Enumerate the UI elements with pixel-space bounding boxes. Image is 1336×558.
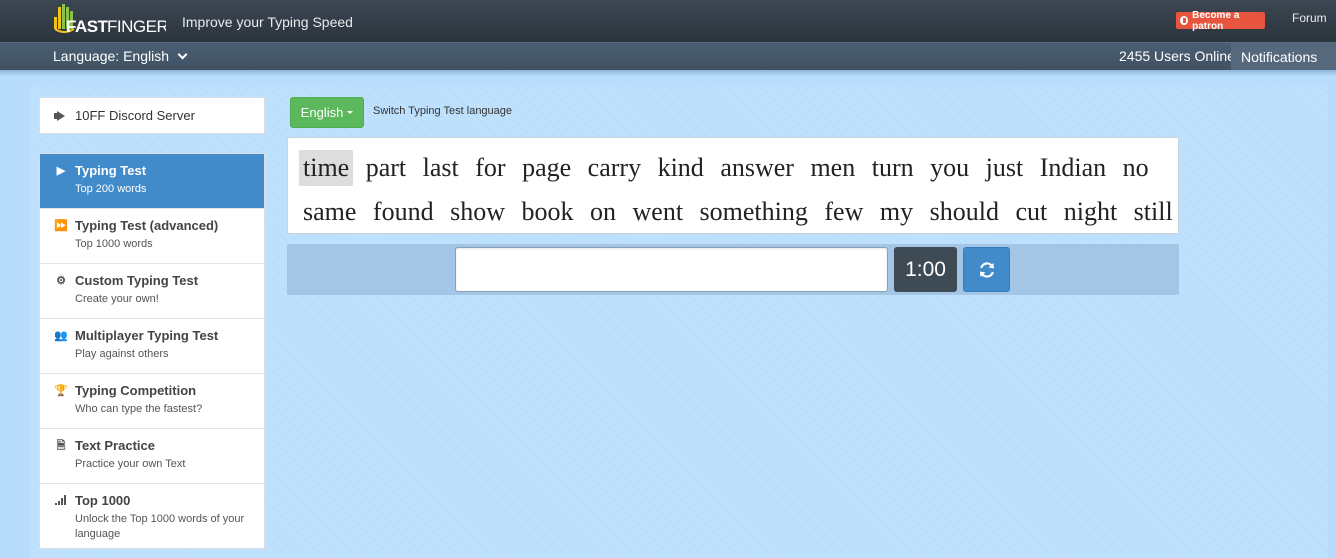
sub-navbar: Language: English 2455 Users Online Noti… (0, 42, 1336, 70)
typing-input[interactable] (455, 247, 888, 292)
word: went (632, 197, 684, 226)
word: my (879, 197, 914, 226)
signal-icon (54, 494, 68, 507)
sidebar-item-subtitle: Create your own! (75, 293, 159, 305)
sidebar-item-title: Typing Competition (75, 383, 197, 398)
word: part (365, 153, 407, 182)
countdown-timer: 1:00 (894, 247, 957, 292)
sidebar-item-title: Top 1000 (75, 493, 131, 508)
users-online-count: 2455 Users Online (1119, 48, 1235, 64)
word: cut (1015, 197, 1048, 226)
word: no (1122, 153, 1149, 182)
words-display: time part last for page carry kind answe… (287, 137, 1179, 234)
sidebar-item-competition[interactable]: 🏆 Typing Competition Who can type the fa… (40, 374, 264, 429)
patreon-icon (1180, 16, 1189, 25)
sidebar-item-text-practice[interactable]: 🗎 Text Practice Practice your own Text (40, 429, 264, 484)
word: same (303, 197, 357, 226)
word: kind (657, 153, 704, 182)
word: show (450, 197, 505, 226)
word: few (824, 197, 864, 226)
sidebar-item-subtitle: Top 200 words (75, 183, 147, 195)
sidebar-item-subtitle: Play against others (75, 348, 169, 360)
sidebar-item-title: Text Practice (75, 438, 155, 453)
site-language-dropdown[interactable]: Language: English (53, 48, 188, 64)
site-logo[interactable]: FAST FINGERS (52, 3, 166, 37)
users-icon: 👥 (54, 329, 68, 342)
sidebar-item-subtitle: Practice your own Text (75, 458, 186, 470)
chevron-down-icon (177, 49, 188, 59)
sidebar-item-subtitle: Unlock the Top 1000 words of your langua… (75, 513, 245, 540)
input-row: 1:00 (287, 244, 1179, 295)
word: men (810, 153, 856, 182)
site-tagline: Improve your Typing Speed (182, 14, 353, 30)
word: you (930, 153, 970, 182)
switch-language-label: Switch Typing Test language (373, 105, 513, 117)
word: carry (587, 153, 642, 182)
sidebar-item-subtitle: Top 1000 words (75, 238, 153, 250)
word: last (422, 153, 459, 182)
sidebar-item-custom-typing-test[interactable]: ⚙ Custom Typing Test Create your own! (40, 264, 264, 319)
sidebar-item-top-1000[interactable]: Top 1000 Unlock the Top 1000 words of yo… (40, 484, 264, 548)
word: still (1133, 197, 1173, 226)
word: book (521, 197, 574, 226)
sidebar-item-title: Custom Typing Test (75, 273, 199, 288)
discord-server-link[interactable]: 10FF Discord Server (39, 97, 265, 134)
play-icon: ▶ (56, 164, 66, 177)
sidebar-item-typing-test[interactable]: ▶ Typing Test Top 200 words (40, 154, 264, 209)
bullhorn-icon (54, 110, 67, 121)
word: page (522, 153, 572, 182)
word: Indian (1039, 153, 1107, 182)
word: turn (871, 153, 914, 182)
test-language-label: English (300, 105, 344, 120)
fast-forward-icon: ⏩ (54, 219, 68, 232)
sidebar-item-title: Multiplayer Typing Test (75, 328, 219, 343)
svg-text:FINGERS: FINGERS (107, 17, 166, 36)
sidebar-menu: ▶ Typing Test Top 200 words ⏩ Typing Tes… (39, 153, 265, 549)
word: just (985, 153, 1024, 182)
navbar-shadow (0, 70, 1336, 76)
refresh-icon (979, 261, 994, 278)
site-language-label: Language: English (53, 48, 169, 64)
word: answer (720, 153, 794, 182)
discord-label: 10FF Discord Server (75, 108, 195, 123)
become-patron-label: Become a patron (1192, 9, 1240, 32)
caret-down-icon (347, 111, 354, 114)
word: on (590, 197, 616, 226)
document-icon: 🗎 (56, 439, 66, 452)
notifications-button[interactable]: Notifications (1231, 43, 1336, 70)
sidebar-item-title: Typing Test (75, 163, 147, 178)
sidebar-item-title: Typing Test (advanced) (75, 218, 219, 233)
word: for (475, 153, 506, 182)
sidebar-item-typing-test-advanced[interactable]: ⏩ Typing Test (advanced) Top 1000 words (40, 209, 264, 264)
become-patron-button[interactable]: Become a patron (1176, 9, 1265, 32)
word: should (929, 197, 999, 226)
word: found (372, 197, 434, 226)
svg-text:FAST: FAST (66, 17, 109, 36)
forum-link[interactable]: Forum (1292, 11, 1327, 25)
top-navbar: FAST FINGERS Improve your Typing Speed B… (0, 0, 1336, 42)
trophy-icon: 🏆 (54, 384, 68, 397)
sidebar-item-multiplayer[interactable]: 👥 Multiplayer Typing Test Play against o… (40, 319, 264, 374)
word: something (699, 197, 808, 226)
test-language-button[interactable]: English (290, 97, 364, 128)
reload-button[interactable] (963, 247, 1010, 292)
notifications-label: Notifications (1241, 48, 1318, 65)
cogs-icon: ⚙ (56, 274, 66, 287)
sidebar-item-subtitle: Who can type the fastest? (75, 403, 203, 415)
word-list: time part last for page carry kind answe… (299, 146, 1178, 233)
word: night (1063, 197, 1118, 226)
current-word: time (299, 150, 354, 186)
